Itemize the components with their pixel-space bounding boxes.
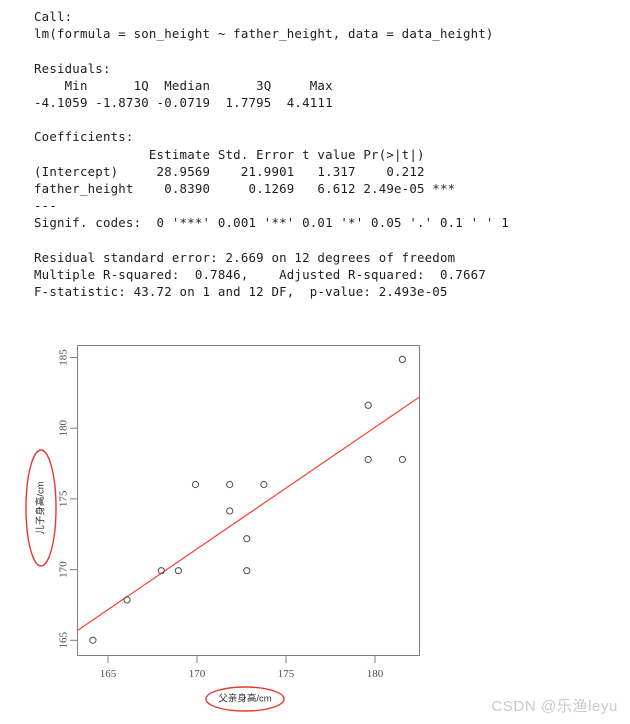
y-tick-label: 185 (58, 349, 70, 366)
x-axis-ticks (107, 655, 376, 663)
console-line: -4.1059 -1.8730 -0.0719 1.7795 4.4111 (34, 95, 341, 111)
console-line: F-statistic: 43.72 on 1 and 12 DF, p-val… (34, 284, 448, 300)
y-axis-tick-labels: 185 180 175 170 165 (58, 349, 70, 649)
scatter-point (89, 636, 97, 644)
console-line: Residuals: (34, 60, 111, 76)
scatter-point (364, 455, 372, 464)
y-axis-label: 儿子身高/cm (35, 481, 47, 534)
scatter-point (123, 596, 131, 604)
console-line: Estimate Std. Error t value Pr(>|t|) (34, 146, 456, 162)
console-line: --- (34, 198, 57, 214)
console-line: lm(formula = son_height ~ father_height,… (34, 26, 494, 42)
console-line: Call: (34, 9, 73, 24)
regression-scatter-plot: 185 180 175 170 165 165 170 175 180 儿子身高… (0, 330, 630, 724)
y-axis-ticks (70, 357, 78, 641)
plot-canvas: 185 180 175 170 165 165 170 175 180 儿子身高… (25, 345, 420, 712)
console-line: Multiple R-squared: 0.7846, Adjusted R-s… (34, 267, 494, 283)
console-line: Signif. codes: 0 '***' 0.001 '**' 0.01 '… (34, 215, 509, 231)
scatter-point (364, 401, 372, 409)
y-tick-label: 165 (58, 632, 70, 649)
console-line: father_height 0.8390 0.1269 6.612 2.49e-… (34, 181, 456, 197)
regression-fit-line (77, 396, 420, 631)
scatter-point (226, 480, 234, 489)
scatter-point (260, 480, 268, 489)
console-line: (Intercept) 28.9569 21.9901 1.317 0.212 (34, 163, 456, 179)
console-line: Coefficients: (34, 129, 134, 145)
console-line: Min 1Q Median 3Q Max (34, 77, 341, 93)
y-tick-label: 170 (58, 561, 70, 578)
scatter-point (226, 507, 234, 515)
x-axis-tick-labels: 165 170 175 180 (100, 668, 384, 680)
x-tick-label: 165 (100, 668, 117, 680)
scatter-point (174, 567, 182, 575)
x-tick-label: 180 (367, 668, 384, 680)
scatter-points-group (89, 355, 406, 644)
plot-frame (77, 345, 420, 656)
scatter-point (191, 480, 200, 489)
csdn-watermark: CSDN @乐渔leyu (491, 698, 618, 715)
y-tick-label: 180 (58, 419, 70, 436)
x-axis-label: 父亲身高/cm (218, 693, 271, 705)
r-console-output: Call: lm(formula = son_height ~ father_he… (34, 8, 614, 300)
scatter-point (243, 567, 251, 575)
x-tick-label: 170 (189, 668, 206, 680)
y-tick-label: 175 (58, 490, 70, 507)
scatter-point (243, 535, 251, 543)
scatter-point (398, 355, 406, 364)
scatter-point (398, 455, 406, 464)
x-tick-label: 175 (278, 668, 295, 680)
console-line: Residual standard error: 2.669 on 12 deg… (34, 249, 456, 265)
